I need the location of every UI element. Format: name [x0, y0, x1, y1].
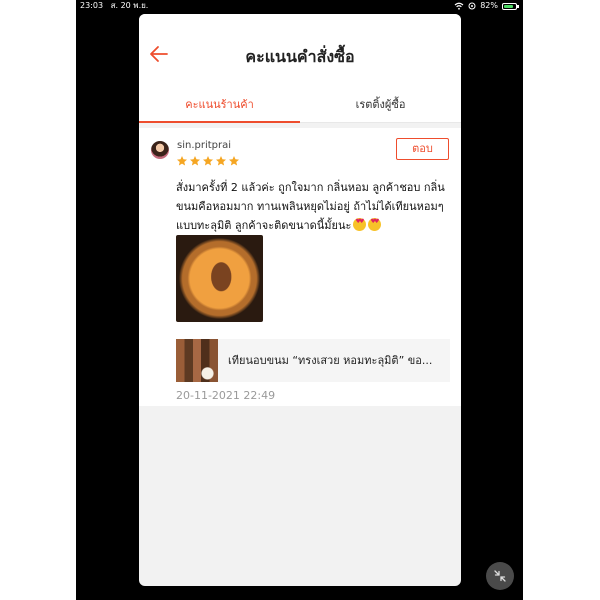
review-comment-text: สั่งมาครั้งที่ 2 แล้วค่ะ ถูกใจมาก กลิ่นห…: [176, 181, 445, 232]
review-comment: สั่งมาครั้งที่ 2 แล้วค่ะ ถูกใจมาก กลิ่นห…: [176, 178, 454, 235]
tab-buyer-rating[interactable]: เรตติ้งผู้ซื้อ: [300, 94, 461, 122]
status-right: 82%: [454, 0, 519, 12]
order-rating-sheet: คะแนนคำสั่งซื้อ คะแนนร้านค้า เรตติ้งผู้ซ…: [139, 14, 461, 586]
shrink-window-button[interactable]: [486, 562, 514, 590]
header: คะแนนคำสั่งซื้อ: [139, 14, 461, 94]
star-icon: [190, 156, 200, 166]
review-photo[interactable]: [176, 235, 263, 322]
review-timestamp: 20-11-2021 22:49: [176, 389, 276, 402]
reviewer-username: sin.pritprai: [177, 140, 232, 151]
page-title: คะแนนคำสั่งซื้อ: [245, 47, 355, 66]
star-icon: [203, 156, 213, 166]
battery-percent: 82%: [480, 1, 498, 10]
status-date: ส. 20 พ.ย.: [110, 1, 149, 10]
star-icon: [229, 156, 239, 166]
heart-eyes-emoji-icon: [353, 218, 367, 231]
shrink-arrows-icon: [494, 570, 506, 582]
product-name: เทียนอบขนม “ทรงเสวย หอมทะลุมิติ” ขอ...: [228, 354, 433, 367]
avatar: [151, 141, 169, 159]
status-time: 23:03: [80, 1, 104, 10]
status-bar: 23:03 ส. 20 พ.ย. 82%: [76, 0, 523, 12]
battery-fill: [504, 4, 513, 8]
star-icon: [177, 156, 187, 166]
product-thumbnail: [176, 339, 218, 382]
wifi-icon: [454, 2, 464, 10]
status-left: 23:03 ส. 20 พ.ย.: [80, 0, 153, 12]
star-rating: [176, 155, 240, 167]
tab-bar: คะแนนร้านค้า เรตติ้งผู้ซื้อ: [139, 94, 461, 123]
product-link[interactable]: เทียนอบขนม “ทรงเสวย หอมทะลุมิติ” ขอ...: [176, 339, 450, 382]
device-screen: 23:03 ส. 20 พ.ย. 82% คะแนนคำสั่งซื้อ คะแ…: [76, 0, 523, 600]
reply-button[interactable]: ตอบ: [396, 138, 449, 160]
review-card: sin.pritprai ตอบ สั่งมาครั้งที่ 2 แล้วค่…: [139, 128, 461, 406]
star-icon: [216, 156, 226, 166]
heart-eyes-emoji-icon: [368, 218, 382, 231]
battery-icon: [502, 2, 519, 10]
location-icon: [468, 2, 476, 10]
tab-shop-rating[interactable]: คะแนนร้านค้า: [139, 94, 300, 123]
